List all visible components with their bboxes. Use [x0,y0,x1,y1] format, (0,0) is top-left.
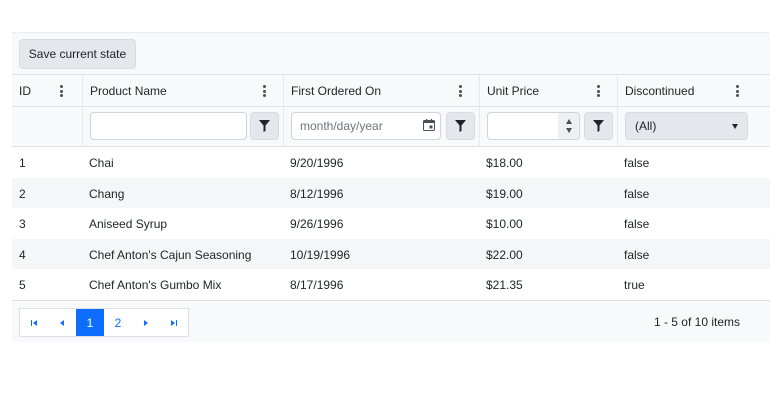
first-page-icon [30,319,38,326]
cell-product: Chang [89,186,125,201]
last-page-icon [170,319,178,326]
chevron-down-icon [732,124,738,129]
header-first-ordered-on[interactable]: First Ordered On [283,75,479,107]
header-title: First Ordered On [291,84,382,98]
cell-id: 4 [19,247,26,262]
filter-icon [593,120,604,132]
header-title: ID [19,84,31,98]
filter-icon [259,120,270,132]
prev-page-button[interactable] [48,309,76,336]
cell-price: $21.35 [486,278,523,292]
page-button[interactable]: 1 [76,309,104,336]
pager-buttons: 1 2 [19,308,189,337]
prev-page-icon [60,319,64,326]
kebab-menu-icon[interactable] [59,85,63,97]
header-row: ID Product Name First Ordered On Unit Pr… [12,75,770,107]
kebab-menu-icon[interactable] [458,85,462,97]
cell-price: $10.00 [486,217,523,231]
cell-id: 2 [19,186,26,201]
cell-product: Chef Anton's Gumbo Mix [89,278,222,292]
cell-ordered: 9/26/1996 [290,217,344,231]
filter-icon [455,120,466,132]
header-title: Discontinued [625,84,695,98]
price-filter-input[interactable] [487,112,559,140]
grid-toolbar: Save current state [12,33,770,75]
header-discontinued[interactable]: Discontinued [617,75,770,107]
filter-button[interactable] [250,112,279,140]
calendar-icon[interactable] [423,119,435,131]
save-state-button[interactable]: Save current state [19,39,136,69]
last-page-button[interactable] [160,309,188,336]
next-page-icon [144,319,148,326]
discontinued-filter-dropdown[interactable]: (All) [625,112,748,140]
filter-button[interactable] [446,112,475,140]
dropdown-value: (All) [635,119,657,133]
header-product-name[interactable]: Product Name [82,75,283,107]
cell-product: Chai [89,156,114,170]
table-row[interactable]: 2 Chang 8/12/1996 $19.00 false [12,177,770,208]
table-row[interactable]: 4 Chef Anton's Cajun Seasoning 10/19/199… [12,238,770,269]
cell-discontinued: false [624,186,650,201]
cell-discontinued: false [624,217,650,231]
product-filter-input[interactable] [90,112,247,140]
cell-product: Aniseed Syrup [89,217,168,231]
next-page-button[interactable] [132,309,160,336]
cell-ordered: 9/20/1996 [290,156,344,170]
header-id[interactable]: ID [12,75,82,107]
filter-cell-price [479,107,617,147]
header-title: Product Name [90,84,167,98]
date-filter-wrapper [291,112,441,140]
table-row[interactable]: 5 Chef Anton's Gumbo Mix 8/17/1996 $21.3… [12,269,770,300]
kebab-menu-icon[interactable] [735,85,739,97]
cell-price: $22.00 [486,247,523,262]
cell-product: Chef Anton's Cajun Seasoning [89,247,252,262]
cell-discontinued: false [624,247,650,262]
data-grid: Save current state ID Product Name First… [12,32,770,342]
cell-id: 1 [19,156,26,170]
cell-price: $19.00 [486,186,523,201]
filter-row: (All) [12,107,770,147]
filter-cell-id [12,107,82,147]
price-spinner[interactable] [558,112,580,140]
cell-price: $18.00 [486,156,523,170]
filter-cell-discontinued: (All) [617,107,770,147]
table-row[interactable]: 1 Chai 9/20/1996 $18.00 false [12,147,770,178]
spin-down-icon[interactable] [565,128,572,133]
kebab-menu-icon[interactable] [596,85,600,97]
pager-info: 1 - 5 of 10 items [653,315,740,329]
spin-up-icon[interactable] [565,119,572,124]
header-unit-price[interactable]: Unit Price [479,75,617,107]
cell-id: 5 [19,278,26,292]
grid-body: 1 Chai 9/20/1996 $18.00 false 2 Chang 8/… [12,147,770,300]
filter-button[interactable] [584,112,613,140]
cell-discontinued: true [624,278,645,292]
kebab-menu-icon[interactable] [262,85,266,97]
first-page-button[interactable] [20,309,48,336]
header-title: Unit Price [487,84,540,98]
filter-cell-date [283,107,479,147]
cell-id: 3 [19,217,26,231]
pager: 1 2 1 - 5 of 10 items [12,300,770,342]
cell-ordered: 8/12/1996 [290,186,344,201]
cell-ordered: 8/17/1996 [290,278,344,292]
date-filter-input[interactable] [291,112,441,140]
table-row[interactable]: 3 Aniseed Syrup 9/26/1996 $10.00 false [12,208,770,239]
cell-discontinued: false [624,156,650,170]
cell-ordered: 10/19/1996 [290,247,351,262]
filter-cell-product [82,107,283,147]
page-button[interactable]: 2 [104,309,132,336]
